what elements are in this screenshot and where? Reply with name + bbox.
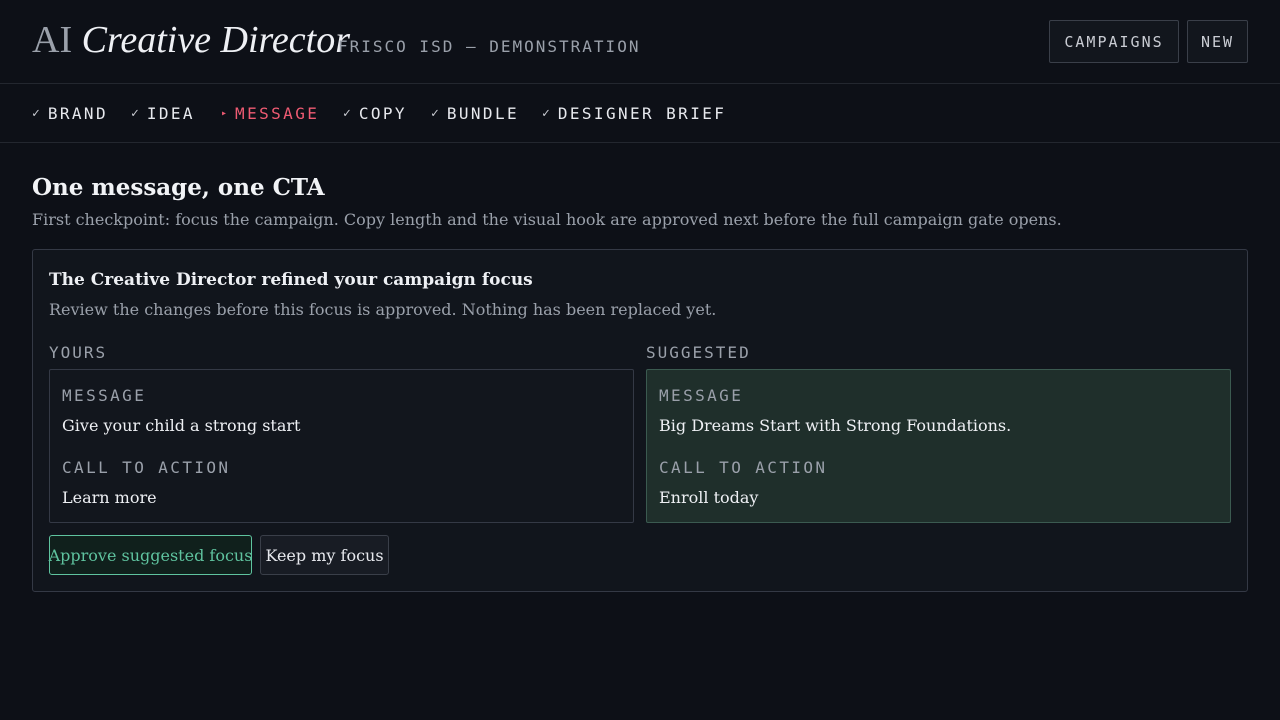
suggested-cta-value: Enroll today <box>659 488 759 507</box>
step-idea[interactable]: ✓ IDEA <box>131 102 195 124</box>
page-title: One message, one CTA <box>32 174 325 201</box>
step-label: DESIGNER BRIEF <box>557 103 727 123</box>
check-icon: ✓ <box>431 105 439 121</box>
step-bundle[interactable]: ✓ BUNDLE <box>431 102 519 124</box>
step-label: COPY <box>358 103 407 123</box>
new-button[interactable]: NEW <box>1187 20 1248 63</box>
yours-focus-box: MESSAGE Give your child a strong start C… <box>49 369 634 523</box>
brand-prefix: AI <box>32 19 73 61</box>
review-title: The Creative Director refined your campa… <box>49 270 533 290</box>
cta-label: CALL TO ACTION <box>62 458 231 477</box>
play-arrow-icon: ▸ <box>221 107 228 119</box>
yours-message-value: Give your child a strong start <box>62 416 301 435</box>
step-navigation: ✓ BRAND ✓ IDEA ▸ MESSAGE ✓ COPY ✓ BUNDLE… <box>0 84 1280 143</box>
check-icon: ✓ <box>32 105 40 121</box>
yours-column-label: YOURS <box>49 343 108 362</box>
step-message[interactable]: ▸ MESSAGE <box>221 102 319 124</box>
check-icon: ✓ <box>131 105 139 121</box>
focus-review-card: The Creative Director refined your campa… <box>32 249 1248 592</box>
step-brand[interactable]: ✓ BRAND <box>32 102 108 124</box>
page-description: First checkpoint: focus the campaign. Co… <box>32 210 1062 229</box>
suggested-focus-box: MESSAGE Big Dreams Start with Strong Fou… <box>646 369 1231 523</box>
suggested-message-value: Big Dreams Start with Strong Foundations… <box>659 416 1012 435</box>
step-label: BUNDLE <box>446 103 520 123</box>
app-header: AI Creative Director FRISCO ISD — DEMONS… <box>0 0 1280 84</box>
review-description: Review the changes before this focus is … <box>49 300 717 319</box>
cta-label: CALL TO ACTION <box>659 458 828 477</box>
keep-my-focus-button[interactable]: Keep my focus <box>260 535 389 575</box>
campaigns-button[interactable]: CAMPAIGNS <box>1049 20 1179 63</box>
step-label: IDEA <box>146 103 195 123</box>
yours-cta-value: Learn more <box>62 488 157 507</box>
org-subtitle: FRISCO ISD — DEMONSTRATION <box>338 37 641 56</box>
message-label: MESSAGE <box>659 386 744 405</box>
check-icon: ✓ <box>343 105 351 121</box>
check-icon: ✓ <box>542 105 550 121</box>
app-logo: AI Creative Director <box>32 18 350 62</box>
approve-suggested-focus-button[interactable]: Approve suggested focus <box>49 535 252 575</box>
suggested-column-label: SUGGESTED <box>646 343 751 362</box>
step-copy[interactable]: ✓ COPY <box>343 102 407 124</box>
step-label: BRAND <box>47 103 108 123</box>
step-label: MESSAGE <box>235 103 320 123</box>
brand-name: Creative Director <box>81 19 351 61</box>
step-designer-brief[interactable]: ✓ DESIGNER BRIEF <box>542 102 726 124</box>
message-label: MESSAGE <box>62 386 147 405</box>
